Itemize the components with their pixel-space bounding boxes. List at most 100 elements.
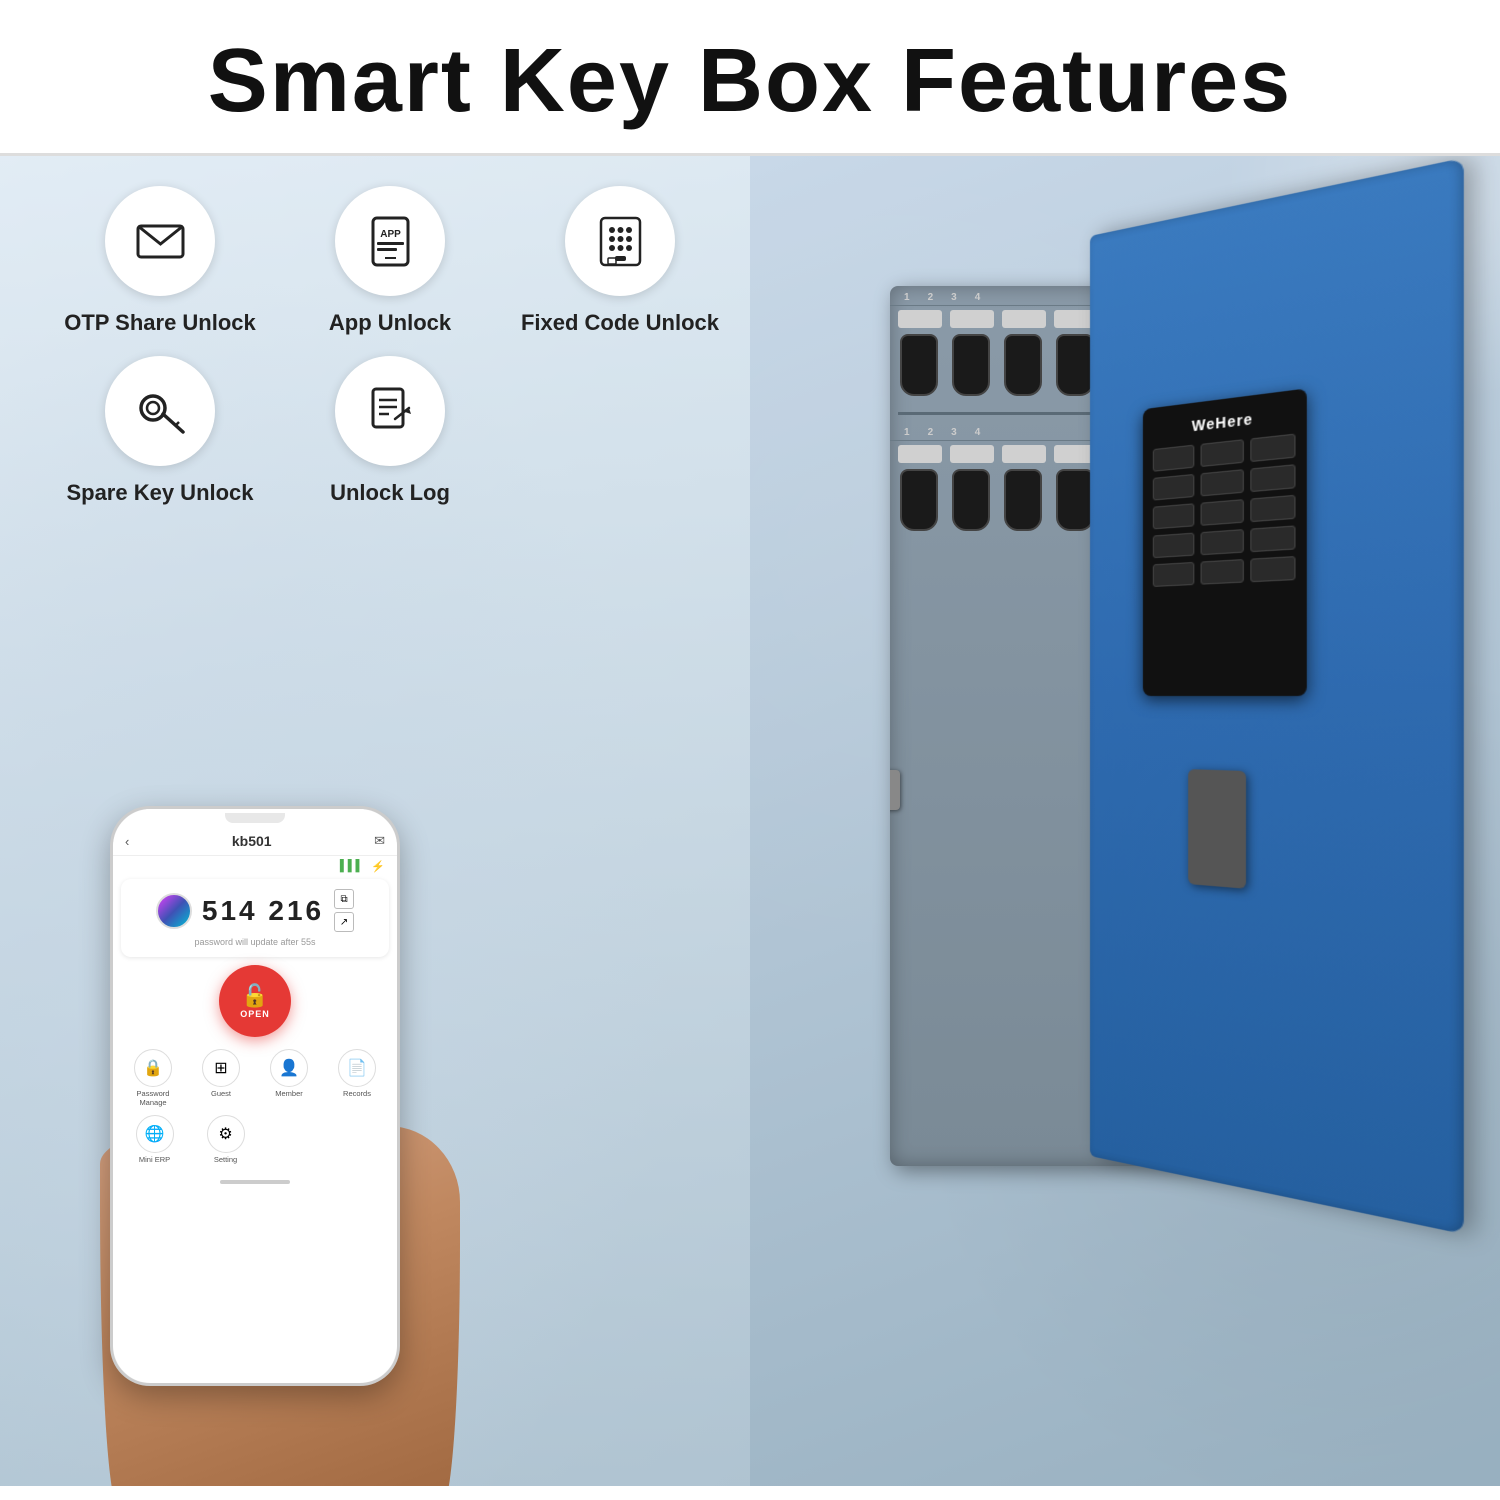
feature-unlock-log: Unlock Log [280, 356, 500, 506]
menu-item-guest[interactable]: ⊞ Guest [189, 1049, 253, 1107]
car-key-4 [1056, 334, 1094, 396]
keypad: WeHere [1143, 388, 1307, 696]
key-7[interactable] [1153, 503, 1195, 529]
key-box-container: 1 2 3 4 [830, 236, 1430, 1336]
share-icon[interactable]: ↗ [334, 912, 354, 932]
unlock-log-label: Unlock Log [330, 480, 450, 506]
left-panel: OTP Share Unlock APP App Unlock [0, 156, 750, 1486]
key-tag-6 [950, 445, 994, 463]
app-unlock-circle: APP [335, 186, 445, 296]
app-unlock-label: App Unlock [329, 310, 451, 336]
spare-key-unlock-circle [105, 356, 215, 466]
menu-item-records[interactable]: 📄 Records [325, 1049, 389, 1107]
key-9[interactable] [1250, 495, 1295, 522]
otp-code: 514 216 [202, 895, 324, 927]
page-header: Smart Key Box Features [0, 0, 1500, 156]
mini-erp-icon: 🌐 [136, 1115, 174, 1153]
menu-label-mini-erp: Mini ERP [139, 1155, 170, 1164]
key-hash[interactable] [1250, 525, 1295, 552]
key-1[interactable] [1153, 445, 1195, 472]
key-3[interactable] [1250, 434, 1295, 463]
door-handle[interactable] [1188, 769, 1246, 889]
otp-share-unlock-circle [105, 186, 215, 296]
menu-label-member: Member [275, 1089, 303, 1098]
copy-icon[interactable]: ⧉ [334, 889, 354, 909]
menu-label-setting: Setting [214, 1155, 237, 1164]
feature-spare-key-unlock: Spare Key Unlock [50, 356, 270, 506]
car-key-5 [900, 469, 938, 531]
lock-open-icon: 🔓 [241, 983, 268, 1009]
fixed-code-unlock-circle [565, 186, 675, 296]
feature-otp-share-unlock: OTP Share Unlock [50, 186, 270, 336]
otp-row: 514 216 ⧉ ↗ [131, 889, 379, 932]
menu-label-records: Records [343, 1089, 371, 1098]
open-button[interactable]: 🔓 OPEN [219, 965, 291, 1037]
guest-icon: ⊞ [202, 1049, 240, 1087]
car-key-7 [1004, 469, 1042, 531]
key-0[interactable] [1201, 529, 1244, 555]
phone-screen: ‹ kb501 ✉ ▌▌▌ ⚡ 514 216 [113, 809, 397, 1383]
phone-device-name: kb501 [232, 833, 272, 849]
key-tag-7 [1002, 445, 1046, 463]
phone-home-bar [220, 1180, 290, 1184]
phone-menu-grid: 🔒 PasswordManage ⊞ Guest 👤 Member [113, 1045, 397, 1111]
keypad-icon [593, 214, 648, 269]
open-button-wrapper: 🔓 OPEN [113, 965, 397, 1037]
key-star[interactable] [1153, 533, 1195, 559]
key-box-door: WeHere [1090, 158, 1464, 1234]
features-grid: OTP Share Unlock APP App Unlock [50, 186, 730, 506]
key-2[interactable] [1201, 439, 1244, 467]
envelope-icon [133, 214, 188, 269]
otp-action-icons: ⧉ ↗ [334, 889, 354, 932]
keypad-brand: WeHere [1153, 405, 1296, 439]
key-c[interactable] [1250, 556, 1295, 582]
fixed-code-unlock-label: Fixed Code Unlock [521, 310, 719, 336]
key-b[interactable] [1201, 559, 1244, 585]
key-4[interactable] [1153, 474, 1195, 501]
menu-label-guest: Guest [211, 1089, 231, 1098]
key-tag-3 [1002, 310, 1046, 328]
key-tag-1 [898, 310, 942, 328]
car-key-2 [952, 334, 990, 396]
feature-fixed-code-unlock: Fixed Code Unlock [510, 186, 730, 336]
menu-item-password-manage[interactable]: 🔒 PasswordManage [121, 1049, 185, 1107]
phone-top-bar: ‹ kb501 ✉ [113, 829, 397, 856]
car-key-6 [952, 469, 990, 531]
lock-cylinder [890, 770, 900, 810]
document-edit-icon [363, 384, 418, 439]
member-icon: 👤 [270, 1049, 308, 1087]
key-5[interactable] [1201, 469, 1244, 496]
key-tag-2 [950, 310, 994, 328]
keypad-grid [1153, 434, 1296, 587]
otp-timer: password will update after 55s [194, 937, 315, 947]
phone-battery-icon: ▌▌▌ [340, 860, 363, 873]
menu-label-password-manage: PasswordManage [137, 1089, 170, 1107]
records-icon: 📄 [338, 1049, 376, 1087]
phone-menu-row2: 🌐 Mini ERP ⚙ Setting [113, 1111, 397, 1172]
otp-section: 514 216 ⧉ ↗ password will update after 5… [121, 879, 389, 957]
menu-item-setting[interactable]: ⚙ Setting [192, 1115, 259, 1164]
unlock-log-circle [335, 356, 445, 466]
phone-back-arrow[interactable]: ‹ [125, 834, 129, 849]
phone-mail-icon[interactable]: ✉ [374, 833, 385, 849]
menu-item-member[interactable]: 👤 Member [257, 1049, 321, 1107]
phone-notch-area [113, 809, 397, 829]
key-icon [133, 384, 188, 439]
key-tag-5 [898, 445, 942, 463]
feature-app-unlock: APP App Unlock [280, 186, 500, 336]
spare-key-unlock-label: Spare Key Unlock [66, 480, 253, 506]
menu-item-mini-erp[interactable]: 🌐 Mini ERP [121, 1115, 188, 1164]
key-a[interactable] [1153, 562, 1195, 587]
car-key-3 [1004, 334, 1042, 396]
phone-body: ‹ kb501 ✉ ▌▌▌ ⚡ 514 216 [110, 806, 400, 1386]
user-avatar [156, 893, 192, 929]
car-key-8 [1056, 469, 1094, 531]
password-manage-icon: 🔒 [134, 1049, 172, 1087]
right-panel: 1 2 3 4 [750, 156, 1500, 1486]
app-icon: APP [363, 214, 418, 269]
main-content: OTP Share Unlock APP App Unlock [0, 156, 1500, 1486]
svg-text:APP: APP [380, 229, 401, 240]
car-key-1 [900, 334, 938, 396]
key-8[interactable] [1201, 499, 1244, 526]
key-6[interactable] [1250, 464, 1295, 492]
